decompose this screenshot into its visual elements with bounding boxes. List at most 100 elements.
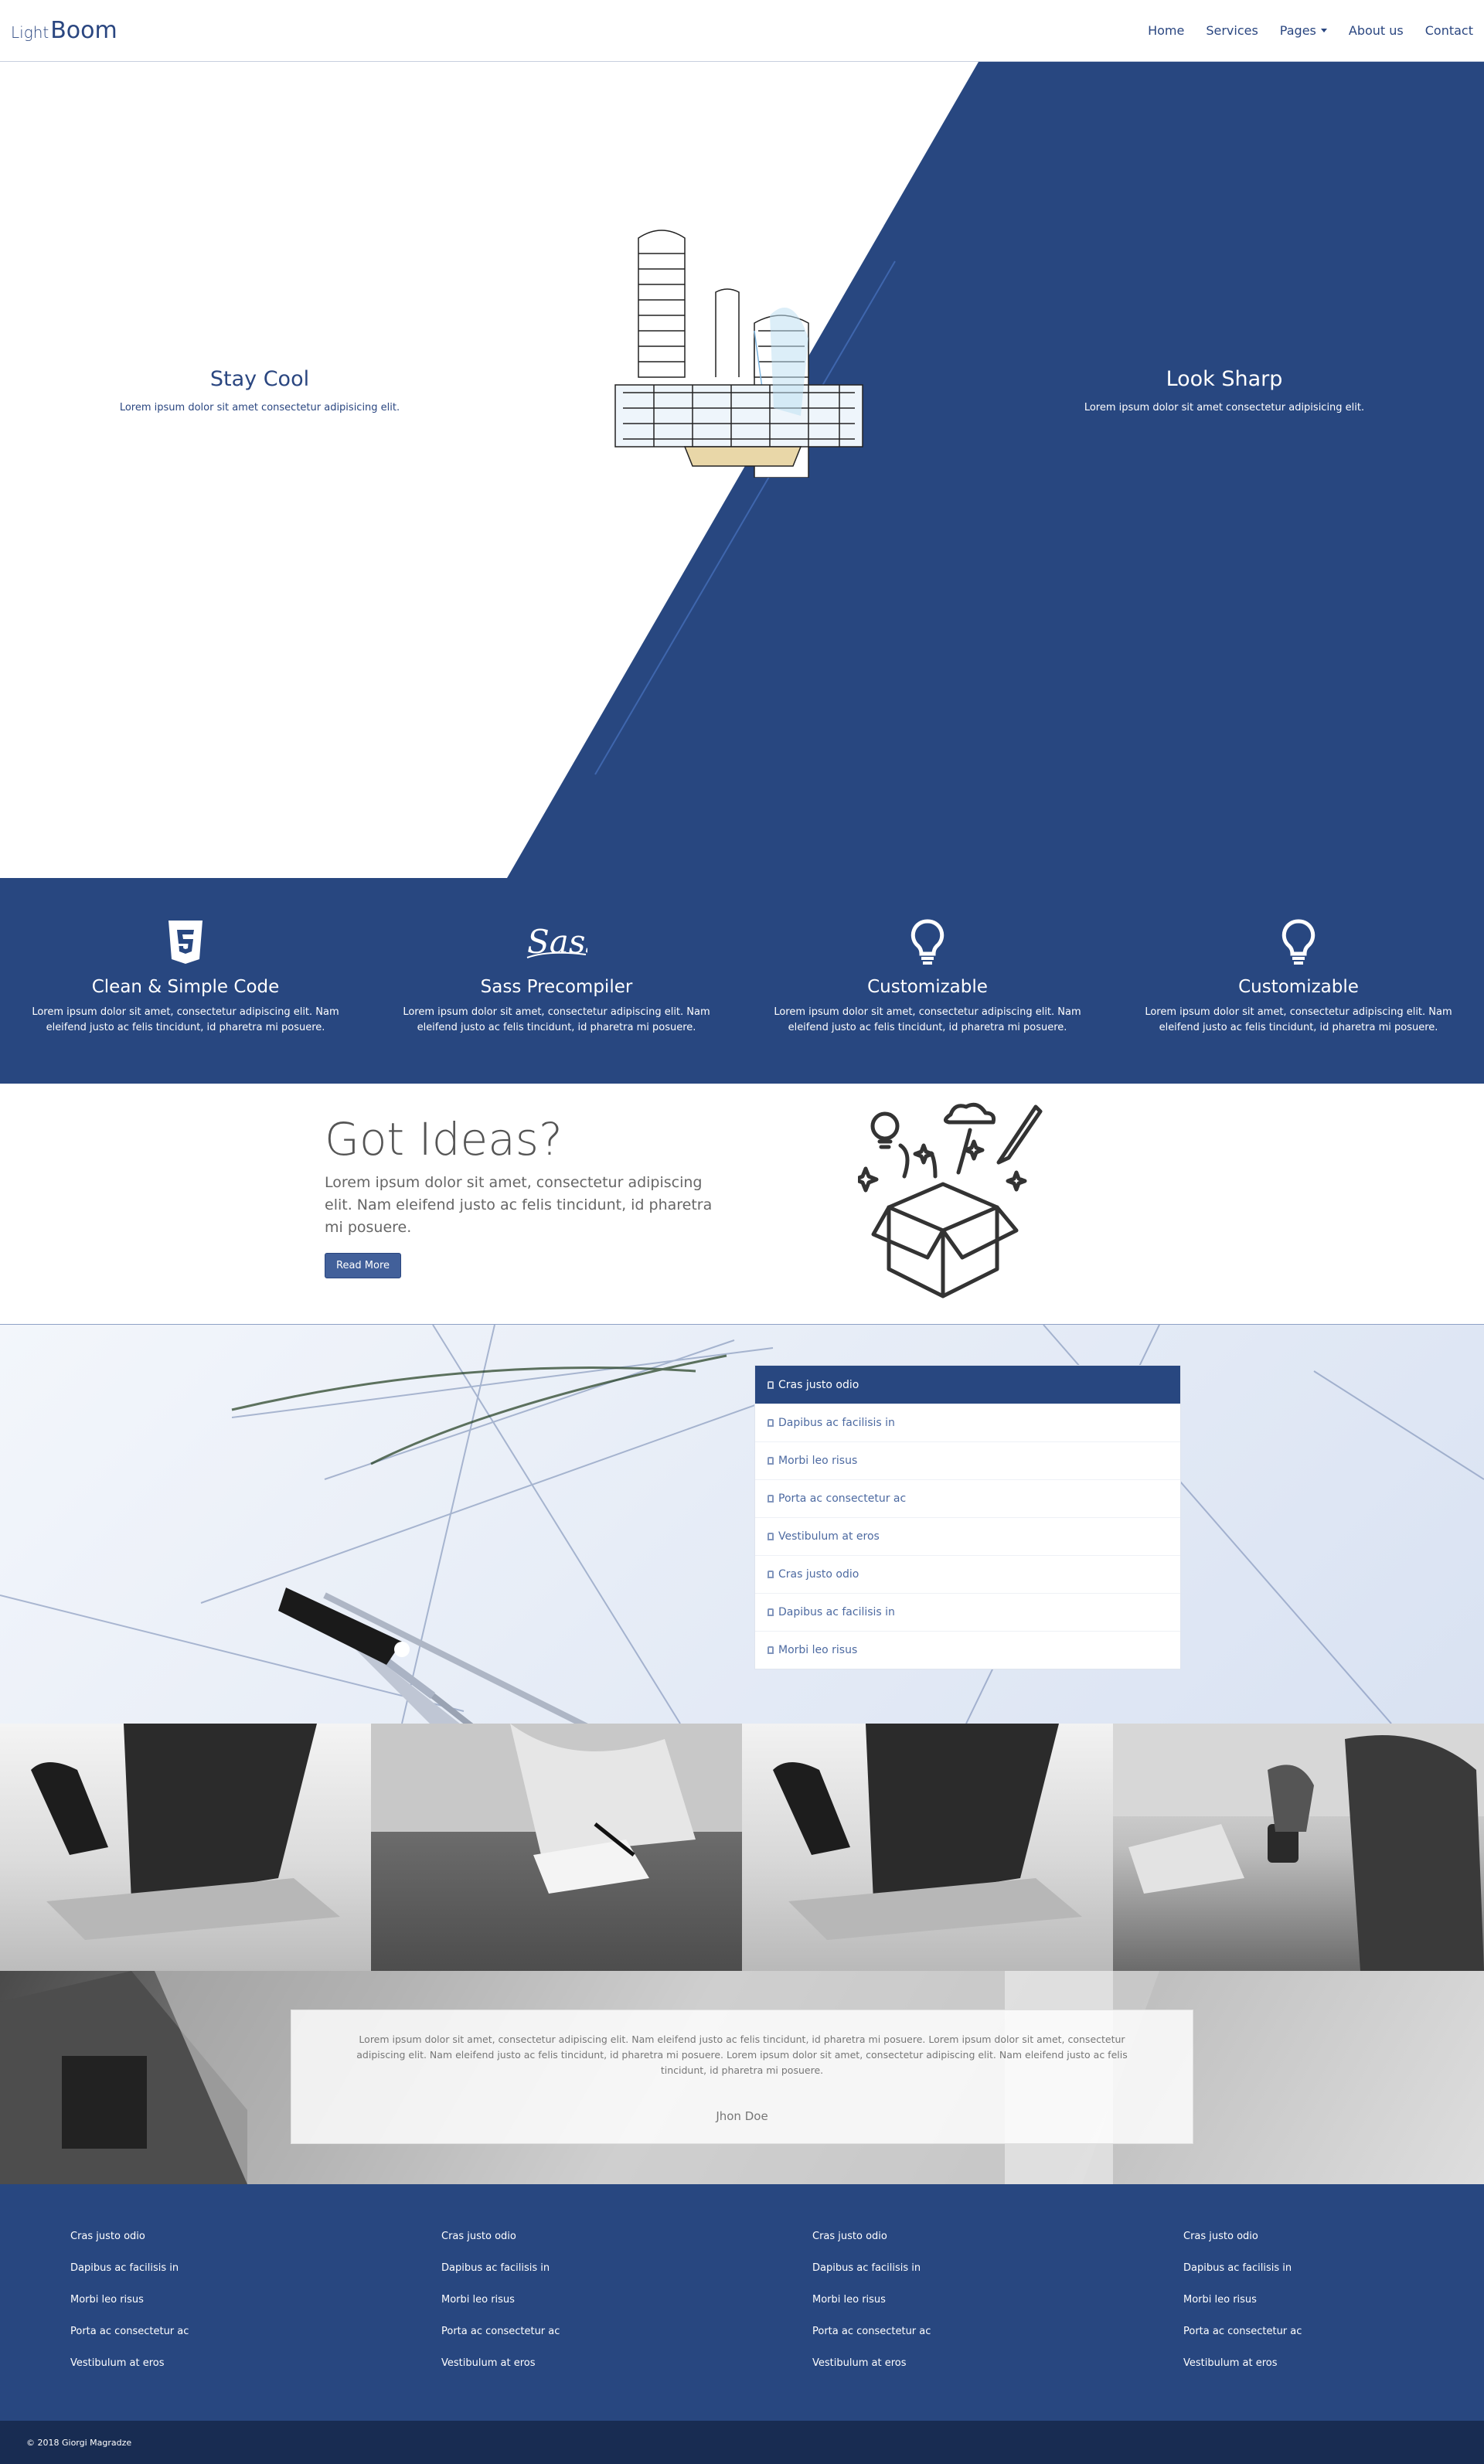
ideas-title: Got Ideas? [325,1113,563,1166]
copyright-text: © 2018 Giorgi Magradze [26,2437,132,2448]
footer-column: Cras justo odio Dapibus ac facilisis in … [0,2231,371,2421]
footer-link[interactable]: Cras justo odio [70,2231,371,2262]
footer-column: Cras justo odio Dapibus ac facilisis in … [1113,2231,1484,2421]
caret-down-icon [1320,29,1327,32]
nav-contact[interactable]: Contact [1414,23,1484,38]
bookmark-icon [768,1419,774,1427]
list-item[interactable]: Cras justo odio [755,1366,1180,1404]
gallery-photo-laptop[interactable] [0,1724,371,1971]
list-item-label: Cras justo odio [778,1378,859,1391]
footer-link[interactable]: Morbi leo risus [70,2294,371,2326]
feature-card: Sass Sass Precompiler Lorem ipsum dolor … [371,917,742,1084]
bookmark-icon [768,1646,774,1654]
list-item[interactable]: Morbi leo risus [755,1631,1180,1669]
bookmark-icon [768,1457,774,1465]
footer-link[interactable]: Cras justo odio [441,2231,742,2262]
list-item[interactable]: Morbi leo risus [755,1441,1180,1479]
testimonial-quote: Lorem ipsum dolor sit amet, consectetur … [356,2033,1128,2076]
bookmark-icon [768,1380,774,1389]
brand-light-text: Light [11,23,49,42]
gallery-photo-writing[interactable] [371,1724,742,1971]
list-item[interactable]: Cras justo odio [755,1555,1180,1593]
bookmark-icon [768,1608,774,1616]
footer-link[interactable]: Porta ac consectetur ac [1183,2326,1484,2357]
footer-link[interactable]: Morbi leo risus [441,2294,742,2326]
feature-title: Customizable [1238,977,1359,997]
footer-link[interactable]: Vestibulum at eros [70,2357,371,2389]
footer-link[interactable]: Vestibulum at eros [1183,2357,1484,2389]
footer-link[interactable]: Porta ac consectetur ac [70,2326,371,2357]
list-item[interactable]: Vestibulum at eros [755,1517,1180,1555]
footer: Cras justo odio Dapibus ac facilisis in … [0,2184,1484,2421]
footer-link[interactable]: Dapibus ac facilisis in [70,2262,371,2294]
lightbulb-icon [1128,917,1469,968]
list-item[interactable]: Porta ac consectetur ac [755,1479,1180,1517]
footer-link[interactable]: Porta ac consectetur ac [812,2326,1113,2357]
nav-services[interactable]: Services [1195,23,1268,38]
testimonial-card: Lorem ipsum dolor sit amet, consectetur … [291,2010,1193,2144]
read-more-button[interactable]: Read More [325,1253,402,1278]
footer-link[interactable]: Cras justo odio [812,2231,1113,2262]
idea-box-illustration [858,1102,1043,1298]
navbar: Light Boom Home Services Pages About us … [0,0,1484,62]
bookmark-icon [768,1571,774,1578]
hero-left-title: Stay Cool [209,367,310,391]
list-item-label: Dapibus ac facilisis in [778,1417,895,1429]
features-section: Clean & Simple Code Lorem ipsum dolor si… [0,878,1484,1084]
footer-link[interactable]: Dapibus ac facilisis in [1183,2262,1484,2294]
list-item-label: Vestibulum at eros [778,1530,880,1543]
nav-pages-dropdown[interactable]: Pages [1269,23,1338,38]
nav-pages-label: Pages [1279,23,1316,38]
list-item-label: Dapibus ac facilisis in [778,1606,895,1618]
footer-link[interactable]: Dapibus ac facilisis in [441,2262,742,2294]
list-item-label: Porta ac consectetur ac [778,1492,907,1505]
gallery-photo-meeting[interactable] [1113,1724,1484,1971]
photo-gallery [0,1724,1484,1971]
hero-left-text: Lorem ipsum dolor sit amet consectetur a… [119,402,400,414]
ideas-text-block: Got Ideas? Lorem ipsum dolor sit amet, c… [325,1113,727,1278]
sass-icon: Sass [386,917,727,968]
feature-text: Lorem ipsum dolor sit amet, consectetur … [774,1006,1081,1033]
feature-title: Clean & Simple Code [91,977,280,997]
hero-right-column: Look Sharp Lorem ipsum dolor sit amet co… [1054,367,1394,414]
footer-link[interactable]: Porta ac consectetur ac [441,2326,742,2357]
gallery-photo-laptop[interactable] [742,1724,1113,1971]
footer-column: Cras justo odio Dapibus ac facilisis in … [371,2231,742,2421]
copyright-bar: © 2018 Giorgi Magradze [0,2421,1484,2464]
list-item-label: Cras justo odio [778,1568,859,1581]
hero-right-text: Lorem ipsum dolor sit amet consectetur a… [1084,402,1365,414]
list-item[interactable]: Dapibus ac facilisis in [755,1593,1180,1631]
footer-link[interactable]: Morbi leo risus [1183,2294,1484,2326]
hero-left-column: Stay Cool Lorem ipsum dolor sit amet con… [90,367,430,414]
feature-text: Lorem ipsum dolor sit amet, consectetur … [1145,1006,1452,1033]
footer-link[interactable]: Dapibus ac facilisis in [812,2262,1113,2294]
footer-column: Cras justo odio Dapibus ac facilisis in … [742,2231,1113,2421]
footer-link[interactable]: Cras justo odio [1183,2231,1484,2262]
lightbulb-icon [757,917,1098,968]
footer-link[interactable]: Morbi leo risus [812,2294,1113,2326]
bookmark-icon [768,1533,774,1540]
testimonial-section: Lorem ipsum dolor sit amet, consectetur … [0,1971,1484,2184]
nav-about[interactable]: About us [1338,23,1414,38]
bookmark-icon [768,1495,774,1503]
building-sketch-illustration [614,230,863,478]
ideas-section: Got Ideas? Lorem ipsum dolor sit amet, c… [0,1084,1484,1325]
footer-link[interactable]: Vestibulum at eros [441,2357,742,2389]
feature-text: Lorem ipsum dolor sit amet, consectetur … [403,1006,710,1033]
brand-logo[interactable]: Light Boom [11,17,117,44]
testimonial-author: Jhon Doe [716,2109,768,2123]
footer-link[interactable]: Vestibulum at eros [812,2357,1113,2389]
list-item[interactable]: Dapibus ac facilisis in [755,1404,1180,1441]
feature-card: Customizable Lorem ipsum dolor sit amet,… [1113,917,1484,1084]
feature-title: Sass Precompiler [480,977,633,997]
nav-home[interactable]: Home [1137,23,1195,38]
ideas-text: Lorem ipsum dolor sit amet, consectetur … [325,1174,713,1236]
drafts-section: Cras justo odio Dapibus ac facilisis in … [0,1325,1484,1724]
list-item-label: Morbi leo risus [778,1455,858,1467]
feature-text: Lorem ipsum dolor sit amet, consectetur … [32,1006,339,1033]
hero-section: Stay Cool Lorem ipsum dolor sit amet con… [0,62,1484,878]
brand-boom-text: Boom [50,17,117,44]
main-nav: Home Services Pages About us Contact [1137,0,1484,61]
html5-icon [15,917,356,968]
hero-right-title: Look Sharp [1166,367,1283,391]
